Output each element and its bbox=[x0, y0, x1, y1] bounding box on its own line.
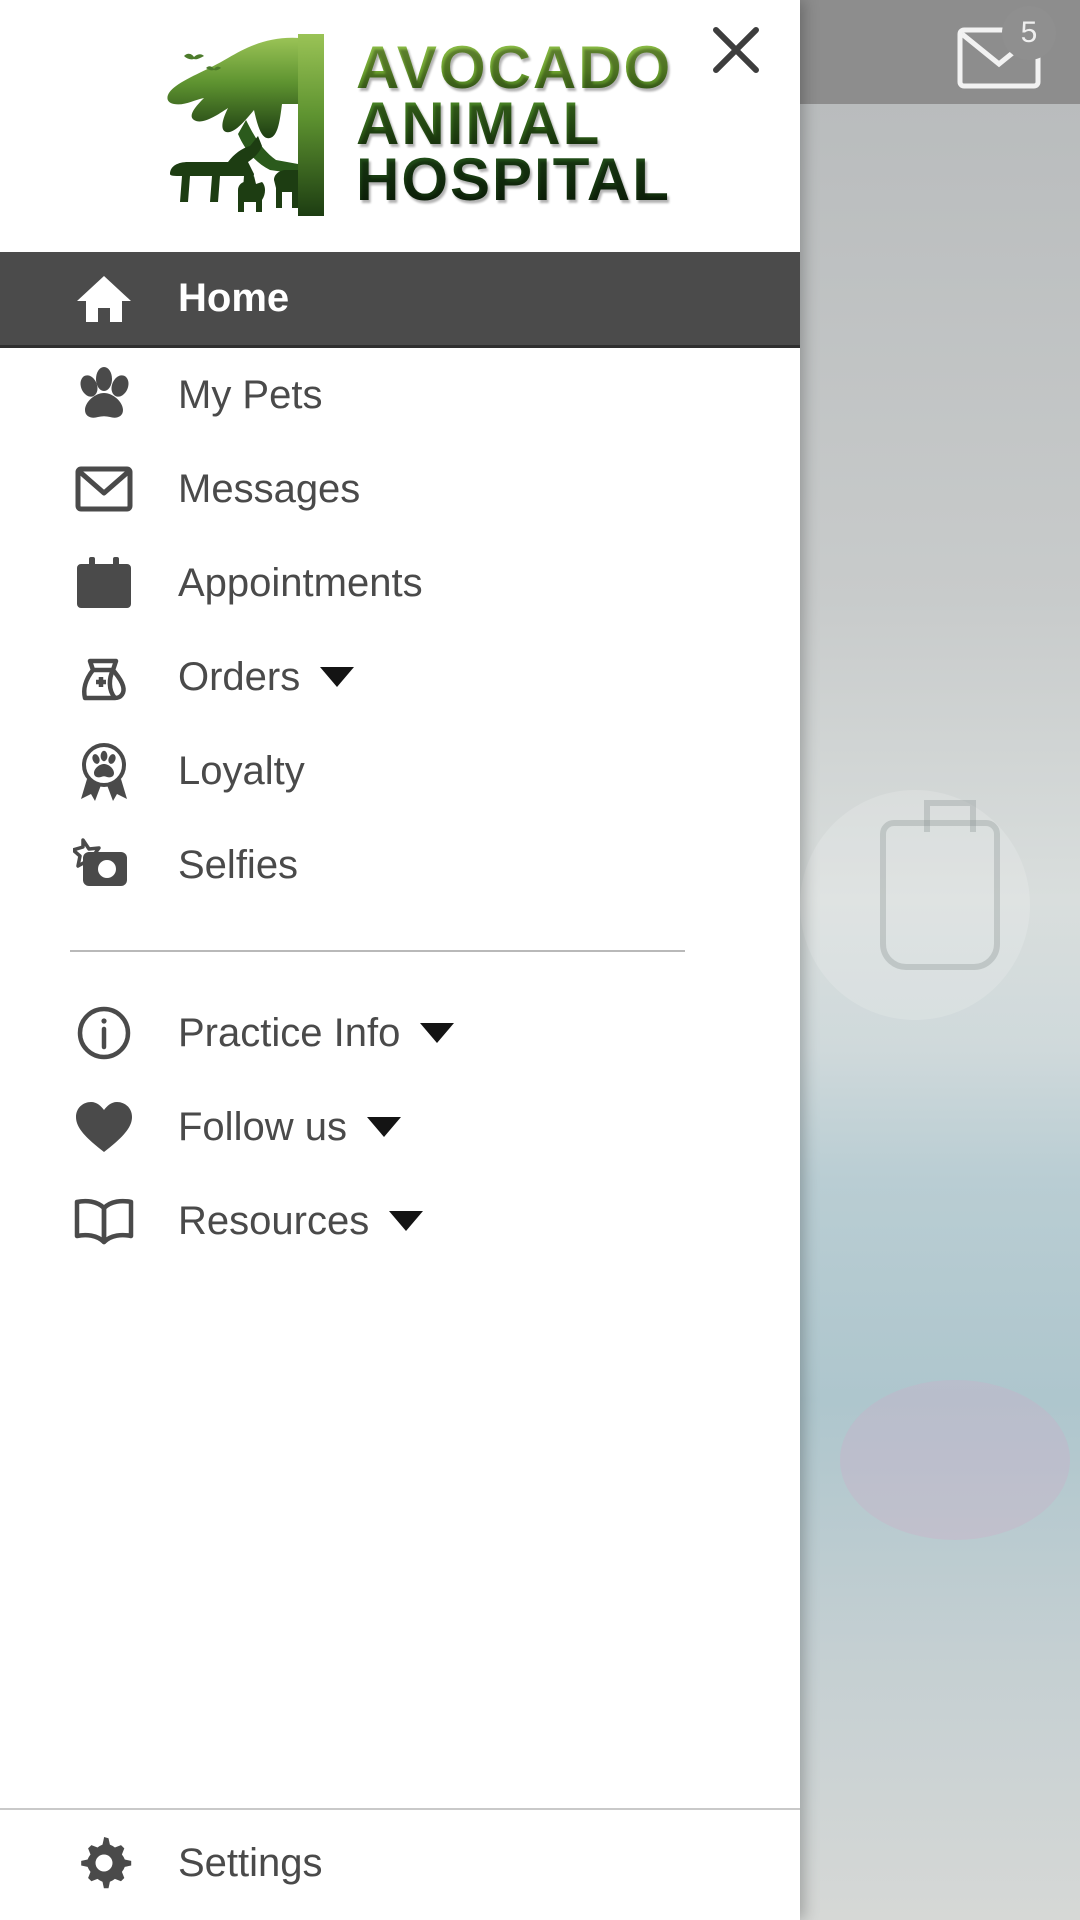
sidebar-item-label: Loyalty bbox=[178, 748, 305, 793]
sidebar-item-home[interactable]: Home bbox=[0, 252, 800, 348]
calendar-icon bbox=[72, 551, 136, 615]
logo-line-hospital: HOSPITAL bbox=[356, 145, 671, 213]
navigation-drawer: AVOCADO ANIMAL HOSPITAL Home My Pets Mes… bbox=[0, 0, 800, 1920]
drawer-footer-nav: Settings bbox=[0, 1808, 800, 1920]
chevron-down-icon[interactable] bbox=[366, 1117, 401, 1137]
envelope-icon bbox=[72, 457, 136, 521]
sidebar-item-messages[interactable]: Messages bbox=[0, 442, 800, 536]
sidebar-item-label: Follow us bbox=[178, 1104, 347, 1149]
sidebar-item-label: My Pets bbox=[178, 372, 323, 417]
sidebar-item-resources[interactable]: Resources bbox=[0, 1174, 800, 1268]
tree-with-animals-silhouette-icon bbox=[150, 24, 350, 224]
sidebar-item-selfies[interactable]: Selfies bbox=[0, 818, 800, 912]
sidebar-item-settings[interactable]: Settings bbox=[0, 1816, 800, 1910]
drawer-main-nav: Home My Pets Messages Appointments Order… bbox=[0, 252, 800, 1808]
background-decoration-blob bbox=[840, 1380, 1070, 1540]
unread-count-badge: 5 bbox=[1002, 6, 1056, 60]
chevron-down-icon[interactable] bbox=[389, 1211, 424, 1231]
sidebar-item-my-pets[interactable]: My Pets bbox=[0, 348, 800, 442]
sidebar-item-label: Home bbox=[178, 276, 290, 320]
logo-line-avocado: AVOCADO bbox=[356, 34, 673, 102]
heart-icon bbox=[72, 1095, 136, 1159]
camera-star-icon bbox=[72, 833, 136, 897]
close-drawer-button[interactable] bbox=[694, 8, 778, 92]
app-screen: 5 AVOCADO ANIMAL HOSPITAL Home My Pets M… bbox=[0, 0, 1080, 1920]
sidebar-item-label: Settings bbox=[178, 1840, 323, 1885]
practice-logo-text: AVOCADO ANIMAL HOSPITAL bbox=[356, 34, 673, 213]
sidebar-item-label: Selfies bbox=[178, 842, 299, 887]
paw-icon bbox=[72, 363, 136, 427]
sidebar-item-label: Resources bbox=[178, 1198, 370, 1243]
sidebar-item-practice-info[interactable]: Practice Info bbox=[0, 986, 800, 1080]
sidebar-item-loyalty[interactable]: Loyalty bbox=[0, 724, 800, 818]
nav-divider bbox=[70, 950, 685, 952]
logo-line-animal: ANIMAL bbox=[356, 94, 672, 154]
award-paw-icon bbox=[72, 739, 136, 803]
gear-icon bbox=[72, 1831, 136, 1895]
food-bag-icon bbox=[72, 645, 136, 709]
info-circle-icon bbox=[72, 1001, 136, 1065]
sidebar-item-label: Practice Info bbox=[178, 1010, 401, 1055]
background-bottle-shape bbox=[880, 800, 1000, 970]
sidebar-item-label: Messages bbox=[178, 466, 361, 511]
practice-logo: AVOCADO ANIMAL HOSPITAL bbox=[150, 14, 670, 234]
sidebar-item-orders[interactable]: Orders bbox=[0, 630, 800, 724]
chevron-down-icon[interactable] bbox=[420, 1023, 455, 1043]
home-icon bbox=[72, 267, 136, 331]
chevron-down-icon[interactable] bbox=[320, 667, 355, 687]
book-icon bbox=[72, 1189, 136, 1253]
sidebar-item-label: Orders bbox=[178, 654, 301, 699]
drawer-header: AVOCADO ANIMAL HOSPITAL bbox=[0, 0, 800, 252]
sidebar-item-label: Appointments bbox=[178, 560, 423, 605]
sidebar-item-appointments[interactable]: Appointments bbox=[0, 536, 800, 630]
sidebar-item-follow-us[interactable]: Follow us bbox=[0, 1080, 800, 1174]
